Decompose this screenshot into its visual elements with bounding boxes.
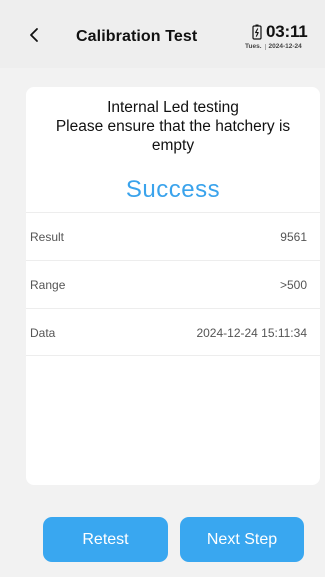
result-row: Result 9561 — [26, 212, 320, 260]
instruction-message: Internal Led testing Please ensure that … — [32, 98, 314, 155]
date-line: Tues. 2024-12-24 — [245, 43, 323, 50]
back-button[interactable] — [22, 22, 46, 48]
page-title: Calibration Test — [76, 28, 198, 45]
status-text: Success — [125, 176, 221, 203]
clock-time: 03:11 — [266, 22, 308, 41]
data-row: Data 2024-12-24 15:11:34 — [26, 308, 320, 356]
status-area: 03:11 Tues. 2024-12-24 — [236, 20, 322, 56]
message-line-1: Internal Led testing — [107, 99, 239, 116]
data-value: 2024-12-24 15:11:34 — [196, 326, 307, 340]
data-label: Data — [30, 326, 56, 340]
range-value: >500 — [279, 278, 307, 292]
range-row: Range >500 — [26, 260, 320, 308]
battery-charging-icon — [252, 24, 262, 40]
range-label: Range — [30, 278, 66, 292]
chevron-left-icon — [30, 28, 38, 42]
result-card: Internal Led testing Please ensure that … — [26, 87, 320, 485]
header-bar: Calibration Test 03:11 Tues. 2024-12-24 — [0, 0, 325, 68]
result-label: Result — [30, 230, 65, 244]
message-line-3: empty — [151, 137, 195, 154]
retest-button[interactable]: Retest — [43, 517, 168, 562]
result-value: 9561 — [280, 230, 307, 244]
next-step-button[interactable]: Next Step — [180, 517, 304, 562]
date-label: 2024-12-24 — [268, 43, 302, 50]
weekday-label: Tues. — [245, 43, 262, 50]
message-line-2: Please ensure that the hatchery is — [55, 118, 291, 135]
date-separator — [264, 43, 266, 50]
app-screen: Calibration Test 03:11 Tues. 2024-12-24 … — [0, 0, 325, 577]
